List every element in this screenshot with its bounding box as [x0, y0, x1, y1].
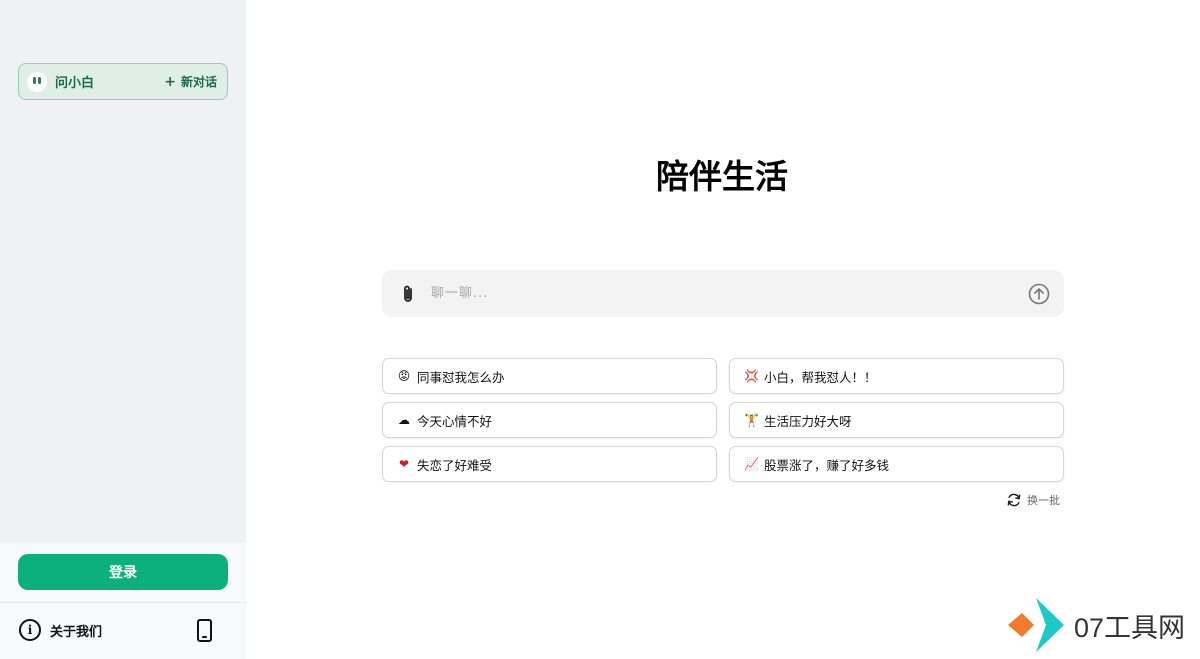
chat-name: 问小白	[55, 76, 95, 91]
send-arrow-icon[interactable]	[1028, 283, 1050, 305]
chat-input[interactable]	[431, 286, 1028, 301]
prompt-label: 失恋了好难受	[417, 457, 493, 473]
anger-symbol-icon: 💢	[744, 369, 759, 383]
watermark-logo-icon	[1008, 598, 1064, 652]
cloud-icon: ☁	[398, 413, 410, 427]
prompt-button[interactable]: 📈 股票涨了，赚了好多钱	[729, 446, 1064, 482]
new-chat-button[interactable]: + 新对话	[164, 73, 217, 90]
sidebar: 问小白 + 新对话 登录 i 关于我们	[0, 0, 246, 659]
watermark-text: 07工具网	[1074, 612, 1186, 643]
divider	[0, 602, 246, 603]
login-button[interactable]: 登录	[18, 554, 228, 590]
weightlifter-icon: 🏋	[744, 413, 759, 427]
chat-input-bar	[382, 270, 1064, 317]
refresh-prompts-button[interactable]: 换一批	[1006, 492, 1060, 508]
app: 问小白 + 新对话 登录 i 关于我们 陪伴生活 聊一聊... 😡 同事怼我怎么…	[0, 0, 1200, 659]
prompt-label: 小白，帮我怼人！！	[764, 369, 877, 385]
bot-avatar-icon	[27, 71, 47, 92]
phone-icon[interactable]	[197, 619, 212, 642]
prompt-button[interactable]: ❤ 失恋了好难受	[382, 446, 717, 482]
watermark: 07工具网	[1008, 598, 1185, 652]
prompt-label: 今天心情不好	[417, 413, 493, 429]
info-icon: i	[19, 619, 41, 641]
current-chat-pill[interactable]: 问小白 + 新对话	[18, 63, 228, 100]
chart-increasing-icon: 📈	[744, 457, 759, 471]
prompt-label: 生活压力好大呀	[764, 413, 852, 429]
new-chat-label: 新对话	[180, 75, 217, 89]
heart-icon: ❤	[398, 457, 410, 471]
prompt-label: 股票涨了，赚了好多钱	[764, 457, 890, 473]
sidebar-footer: 登录 i 关于我们	[0, 543, 246, 659]
refresh-label: 换一批	[1027, 494, 1060, 507]
prompt-button[interactable]: ☁ 今天心情不好	[382, 402, 717, 438]
prompt-label: 同事怼我怎么办	[417, 369, 505, 385]
angry-face-icon: 😡	[397, 369, 411, 383]
about-us-link[interactable]: i 关于我们	[19, 619, 102, 641]
refresh-icon	[1007, 493, 1021, 507]
prompt-button[interactable]: 🏋 生活压力好大呀	[729, 402, 1064, 438]
page-title: 陪伴生活	[656, 157, 788, 196]
prompt-button[interactable]: 😡 同事怼我怎么办	[382, 358, 717, 394]
plus-icon: +	[164, 73, 176, 90]
prompt-button[interactable]: 💢 小白，帮我怼人！！	[729, 358, 1064, 394]
about-us-label: 关于我们	[50, 624, 103, 640]
paperclip-icon[interactable]	[400, 284, 418, 304]
